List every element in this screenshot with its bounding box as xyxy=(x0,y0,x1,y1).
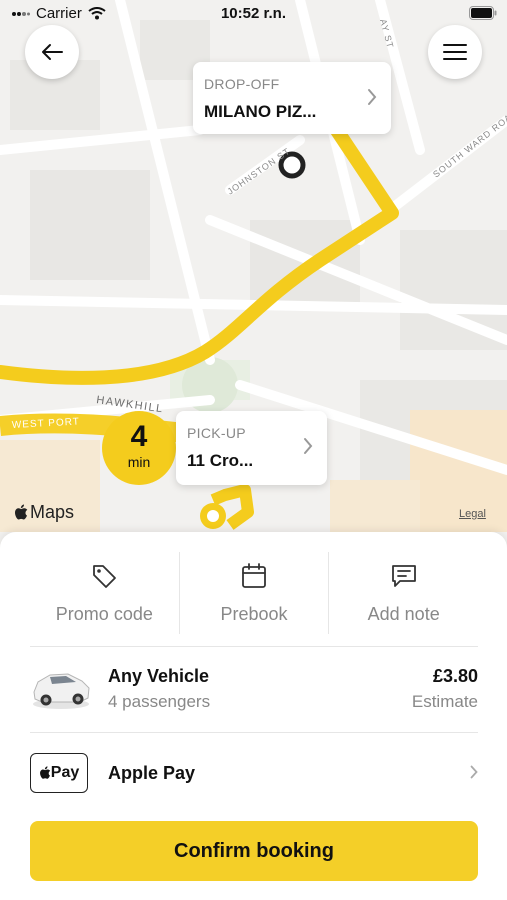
pickup-card[interactable]: PICK-UP 11 Cro... xyxy=(176,411,327,485)
status-bar: Carrier 10:52 r.n. xyxy=(0,0,507,28)
menu-button[interactable] xyxy=(428,25,482,79)
promo-code-button[interactable]: Promo code xyxy=(30,552,179,634)
apple-icon xyxy=(15,504,28,520)
back-button[interactable] xyxy=(25,25,79,79)
eta-badge: 4 min xyxy=(102,411,176,485)
price-note: Estimate xyxy=(411,692,478,711)
apple-icon xyxy=(39,766,50,779)
street-west-port: WEST PORT xyxy=(12,416,81,431)
pickup-label: PICK-UP xyxy=(187,425,246,441)
battery-icon xyxy=(469,6,497,24)
apple-pay-badge: Pay xyxy=(30,753,88,793)
maps-brand-text: Maps xyxy=(30,502,75,522)
legal-link[interactable]: Legal xyxy=(459,508,486,520)
chevron-right-icon xyxy=(368,89,377,105)
map-view[interactable]: HAWKHILL WEST PORT JOHNSTON ST SOUTH WAR… xyxy=(0,0,507,560)
pickup-value: 11 Cro... xyxy=(187,451,254,470)
confirm-booking-button[interactable]: Confirm booking xyxy=(30,821,478,881)
prebook-button[interactable]: Prebook xyxy=(178,552,329,634)
apple-maps-logo: Maps xyxy=(14,502,74,523)
payment-method-row[interactable]: Pay Apple Pay xyxy=(30,751,478,795)
payment-method-name: Apple Pay xyxy=(108,763,196,783)
prebook-label: Prebook xyxy=(220,604,288,624)
vehicle-passengers: 4 passengers xyxy=(108,692,211,711)
dropoff-card[interactable]: DROP-OFF MILANO PIZ... xyxy=(193,62,391,134)
street-johnston-st: JOHNSTON ST xyxy=(225,146,292,197)
booking-actions: Promo code Prebook Add note xyxy=(30,552,478,634)
vehicle-option[interactable]: Any Vehicle 4 passengers £3.80 Estimate xyxy=(30,658,478,732)
status-time: 10:52 r.n. xyxy=(220,5,287,22)
street-south-ward-road: SOUTH WARD ROA xyxy=(431,112,507,180)
calendar-icon xyxy=(242,563,266,588)
add-note-button[interactable]: Add note xyxy=(328,552,478,634)
eta-unit: min xyxy=(127,454,151,470)
dropoff-value: MILANO PIZ... xyxy=(204,102,317,121)
car-image xyxy=(33,673,90,709)
chevron-right-icon xyxy=(304,438,313,454)
dropoff-label: DROP-OFF xyxy=(204,76,280,92)
chevron-right-icon xyxy=(470,765,478,779)
back-arrow-icon xyxy=(42,44,63,60)
divider xyxy=(30,732,478,733)
eta-number: 4 xyxy=(130,420,148,453)
note-icon xyxy=(391,565,416,587)
booking-sheet: Promo code Prebook Add note Any Vehicle xyxy=(0,532,507,900)
apple-pay-badge-text: Pay xyxy=(50,764,80,781)
hamburger-icon xyxy=(443,44,467,60)
promo-code-label: Promo code xyxy=(55,604,153,624)
tag-icon xyxy=(93,565,117,588)
add-note-label: Add note xyxy=(367,604,440,624)
divider xyxy=(30,646,478,647)
price-value: £3.80 xyxy=(432,666,478,686)
vehicle-name: Any Vehicle xyxy=(108,666,210,686)
